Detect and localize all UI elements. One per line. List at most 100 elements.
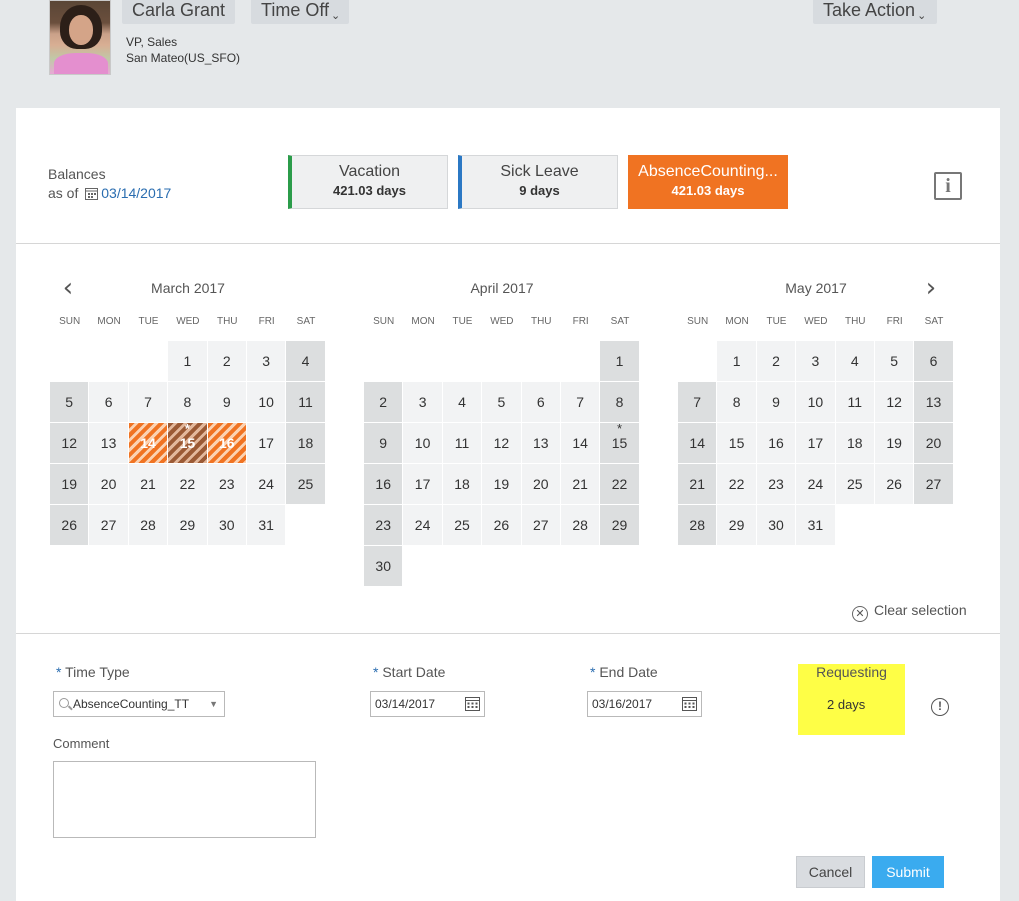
calendar-day[interactable]: 22 [600,464,639,504]
calendar-day[interactable]: 25 [442,505,482,545]
time-type-select[interactable]: AbsenceCounting_TT ▼ [53,691,225,717]
calendar-day[interactable]: 29 [600,505,639,545]
calendar-day[interactable]: 5 [874,341,914,381]
calendar-day[interactable]: 5 [50,382,89,422]
calendar-day[interactable]: 23 [756,464,796,504]
calendar-day[interactable]: 9 [756,382,796,422]
calendar-day[interactable]: 18 [286,423,325,463]
calendar-day[interactable]: 22 [717,464,756,504]
calendar-day[interactable]: 18 [442,464,482,504]
calendar-day[interactable]: 23 [364,505,403,545]
employee-name-button[interactable]: Carla Grant [122,0,235,24]
calendar-day[interactable]: * 15 [600,422,639,463]
info-icon[interactable]: i [934,172,962,200]
calendar-day[interactable]: 28 [678,505,717,545]
calendar-day[interactable]: 21 [678,464,717,504]
calendar-day[interactable]: 20 [914,423,953,463]
calendar-day[interactable]: 2 [756,341,796,381]
calendar-day[interactable]: 16 [207,423,246,463]
calendar-day[interactable]: 28 [560,505,600,545]
calendar-day[interactable]: 13 [914,382,953,422]
calendar-icon[interactable] [682,696,697,711]
calendar-day[interactable]: 30 [756,505,796,545]
comment-field[interactable] [53,761,316,838]
calendar-day[interactable]: 7 [560,382,600,422]
calendar-day[interactable]: 26 [50,505,89,545]
calendar-day[interactable]: 5 [482,382,521,422]
calendar-day[interactable]: 30 [364,546,403,586]
start-date-field[interactable]: 03/14/2017 [370,691,485,717]
calendar-day[interactable]: 11 [835,382,874,422]
calendar-day[interactable]: 3 [246,341,286,381]
time-off-menu-button[interactable]: Time Off ⌄ [251,0,349,24]
calendar-day[interactable]: 3 [403,382,442,422]
calendar-day[interactable]: 19 [482,464,521,504]
calendar-day[interactable]: 12 [874,382,914,422]
calendar-day[interactable]: 8 [168,382,207,422]
calendar-day[interactable]: 7 [678,382,717,422]
calendar-day[interactable]: 20 [89,464,128,504]
calendar-day[interactable]: 13 [521,423,560,463]
calendar-day[interactable]: 30 [207,505,246,545]
calendar-day[interactable]: 18 [835,423,874,463]
calendar-day[interactable]: 1 [600,341,639,381]
calendar-day[interactable]: 2 [207,341,246,381]
calendar-day[interactable]: 23 [207,464,246,504]
calendar-day[interactable]: 15 [717,423,756,463]
end-date-field[interactable]: 03/16/2017 [587,691,702,717]
calendar-day[interactable]: 9 [207,382,246,422]
calendar-day[interactable]: 4 [442,382,482,422]
calendar-day[interactable]: 1 [717,341,756,381]
calendar-day[interactable]: 6 [89,382,128,422]
calendar-day[interactable]: 13 [89,423,128,463]
calendar-day[interactable]: 8 [600,382,639,422]
calendar-day[interactable]: 10 [796,382,835,422]
calendar-day[interactable]: 12 [50,423,89,463]
calendar-day[interactable]: 3 [796,341,835,381]
calendar-day[interactable]: 27 [521,505,560,545]
balance-tile-sick-leave[interactable]: Sick Leave 9 days [458,155,618,209]
balance-tile-absence-counting[interactable]: AbsenceCounting... 421.03 days [628,155,788,209]
calendar-day[interactable]: 28 [128,505,168,545]
calendar-day[interactable]: 10 [403,423,442,463]
calendar-day[interactable]: 17 [246,423,286,463]
calendar-day[interactable]: 29 [168,505,207,545]
calendar-day[interactable]: 11 [442,423,482,463]
calendar-day[interactable]: 24 [796,464,835,504]
calendar-day[interactable]: 27 [89,505,128,545]
calendar-day[interactable]: 16 [364,464,403,504]
calendar-day[interactable]: 14 [678,423,717,463]
calendar-day[interactable]: 7 [128,382,168,422]
calendar-day[interactable]: 6 [914,341,953,381]
calendar-day[interactable]: 22 [168,464,207,504]
calendar-day[interactable]: 6 [521,382,560,422]
calendar-day[interactable]: 21 [560,464,600,504]
calendar-day[interactable]: 8 [717,382,756,422]
calendar-day[interactable]: 14 [128,423,168,463]
calendar-day[interactable]: 24 [246,464,286,504]
calendar-day[interactable]: 31 [246,505,286,545]
exclamation-icon[interactable]: ! [931,698,949,716]
calendar-day[interactable]: 11 [286,382,325,422]
take-action-button[interactable]: Take Action ⌄ [813,0,937,24]
calendar-day[interactable]: 12 [482,423,521,463]
calendar-day[interactable]: 19 [50,464,89,504]
calendar-day[interactable]: 31 [796,505,835,545]
calendar-day[interactable]: 27 [914,464,953,504]
calendar-day[interactable]: 16 [756,423,796,463]
calendar-day[interactable]: 2 [364,382,403,422]
calendar-day[interactable]: 9 [364,423,403,463]
calendar-day[interactable]: 29 [717,505,756,545]
calendar-day[interactable]: 10 [246,382,286,422]
calendar-day[interactable]: 25 [286,464,325,504]
calendar-icon[interactable] [465,696,480,711]
calendar-day[interactable]: 26 [482,505,521,545]
calendar-day[interactable]: 17 [403,464,442,504]
calendar-day[interactable]: 21 [128,464,168,504]
calendar-day[interactable]: 4 [286,341,325,381]
clear-selection-button[interactable]: ✕ Clear selection [852,602,967,622]
calendar-day[interactable]: 20 [521,464,560,504]
calendar-day[interactable]: 25 [835,464,874,504]
calendar-day[interactable]: 17 [796,423,835,463]
balance-tile-vacation[interactable]: Vacation 421.03 days [288,155,448,209]
